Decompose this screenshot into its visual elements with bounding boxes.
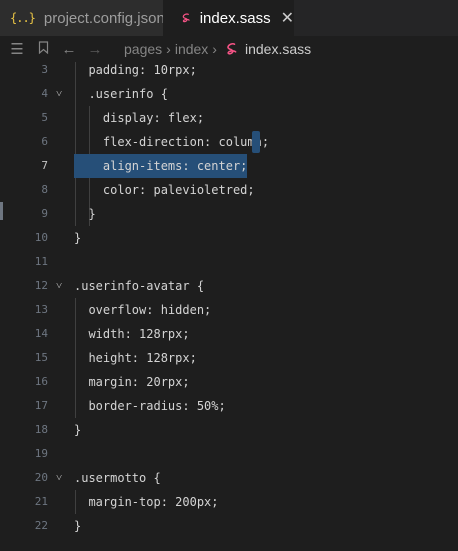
breadcrumb-separator: ›: [166, 41, 171, 57]
code-text: .usermotto {: [74, 471, 161, 485]
fold-chevron-icon[interactable]: ˅: [56, 82, 62, 106]
line-number: 16: [34, 375, 48, 388]
tab-label: index.sass: [199, 9, 271, 27]
code-text: color: palevioletred;: [74, 183, 255, 197]
bookmark-shape-icon: [38, 40, 48, 54]
code-line[interactable]: 21 margin-top: 200px;: [0, 490, 458, 514]
code-line[interactable]: 9 }: [0, 202, 458, 226]
line-number: 11: [34, 255, 48, 268]
code-line[interactable]: 5 display: flex;: [0, 106, 458, 130]
line-number: 17: [34, 399, 48, 412]
line-number: 4: [41, 87, 48, 100]
tab-label: project.config.json: [43, 9, 165, 27]
code-text: }: [74, 207, 96, 221]
breadcrumb-item-index[interactable]: index: [175, 41, 208, 57]
line-number: 13: [34, 303, 48, 316]
code-line[interactable]: 14 width: 128rpx;: [0, 322, 458, 346]
sass-icon: [182, 13, 190, 23]
breadcrumb-item-pages[interactable]: pages: [124, 41, 162, 57]
line-number: 7: [41, 159, 48, 172]
selection-highlight: [252, 131, 260, 153]
fold-chevron-icon[interactable]: ˅: [56, 466, 62, 490]
code-text: width: 128rpx;: [74, 327, 190, 341]
code-text: margin-top: 200px;: [74, 495, 219, 509]
line-number: 8: [41, 183, 48, 196]
code-line[interactable]: 4 ˅ .userinfo {: [0, 82, 458, 106]
code-line[interactable]: 16 margin: 20rpx;: [0, 370, 458, 394]
code-text: padding: 10rpx;: [74, 63, 197, 77]
line-number: 6: [41, 135, 48, 148]
line-number: 3: [41, 63, 48, 76]
back-arrow-icon[interactable]: ←: [56, 41, 82, 58]
code-text: }: [74, 519, 82, 533]
code-editor[interactable]: 3 padding: 10rpx; 4 ˅ .userinfo { 5 display…: [0, 62, 458, 551]
line-number: 21: [34, 495, 48, 508]
tab-project-config-json[interactable]: {..} project.config.json: [0, 0, 165, 36]
code-text: margin: 20rpx;: [74, 375, 190, 389]
code-text: align-items: center;: [74, 154, 248, 178]
code-text: overflow: hidden;: [74, 303, 212, 317]
fold-chevron-icon[interactable]: ˅: [56, 274, 62, 298]
bookmark-icon[interactable]: [30, 40, 56, 58]
code-line[interactable]: 8 color: palevioletred;: [0, 178, 458, 202]
tab-bar: {..} project.config.json index.sass ✕: [0, 0, 458, 36]
code-text: flex-direction: column;: [74, 135, 270, 149]
line-number: 15: [34, 351, 48, 364]
breadcrumb-item-file[interactable]: index.sass: [245, 41, 311, 57]
code-text: }: [74, 231, 82, 245]
code-line[interactable]: 11: [0, 250, 458, 274]
line-number: 5: [41, 111, 48, 124]
line-number: 22: [34, 519, 48, 532]
sass-icon: [227, 42, 237, 55]
code-line[interactable]: 12 ˅ .userinfo-avatar {: [0, 274, 458, 298]
code-line[interactable]: 13 overflow: hidden;: [0, 298, 458, 322]
code-line[interactable]: 7 align-items: center;: [0, 154, 458, 178]
code-text: .userinfo-avatar {: [74, 279, 205, 293]
line-number: 18: [34, 423, 48, 436]
line-number: 12: [34, 279, 48, 292]
line-number: 20: [34, 471, 48, 484]
code-line[interactable]: 17 border-radius: 50%;: [0, 394, 458, 418]
code-text: }: [74, 423, 82, 437]
breadcrumb-separator: ›: [212, 41, 217, 57]
code-text: display: flex;: [74, 111, 205, 125]
scroll-marker: [0, 202, 3, 220]
line-number: 14: [34, 327, 48, 340]
code-line[interactable]: 19: [0, 442, 458, 466]
code-line[interactable]: 22}: [0, 514, 458, 538]
line-number: 9: [41, 207, 48, 220]
code-line[interactable]: 6 flex-direction: column;: [0, 130, 458, 154]
breadcrumb: ☰ ← → pages › index › index.sass: [0, 36, 458, 62]
code-line[interactable]: 18}: [0, 418, 458, 442]
code-text: .userinfo {: [74, 87, 168, 101]
close-icon[interactable]: ✕: [281, 8, 294, 28]
code-line[interactable]: 10}: [0, 226, 458, 250]
code-line[interactable]: 20 ˅ .usermotto {: [0, 466, 458, 490]
line-number: 10: [34, 231, 48, 244]
code-text: border-radius: 50%;: [74, 399, 226, 413]
code-text: height: 128rpx;: [74, 351, 197, 365]
code-line[interactable]: 3 padding: 10rpx;: [0, 62, 458, 82]
list-icon[interactable]: ☰: [0, 40, 30, 58]
line-number: 19: [34, 447, 48, 460]
code-line[interactable]: 15 height: 128rpx;: [0, 346, 458, 370]
tab-index-sass[interactable]: index.sass ✕: [163, 0, 294, 36]
json-braces-icon: {..}: [10, 11, 36, 25]
forward-arrow-icon[interactable]: →: [82, 41, 108, 58]
